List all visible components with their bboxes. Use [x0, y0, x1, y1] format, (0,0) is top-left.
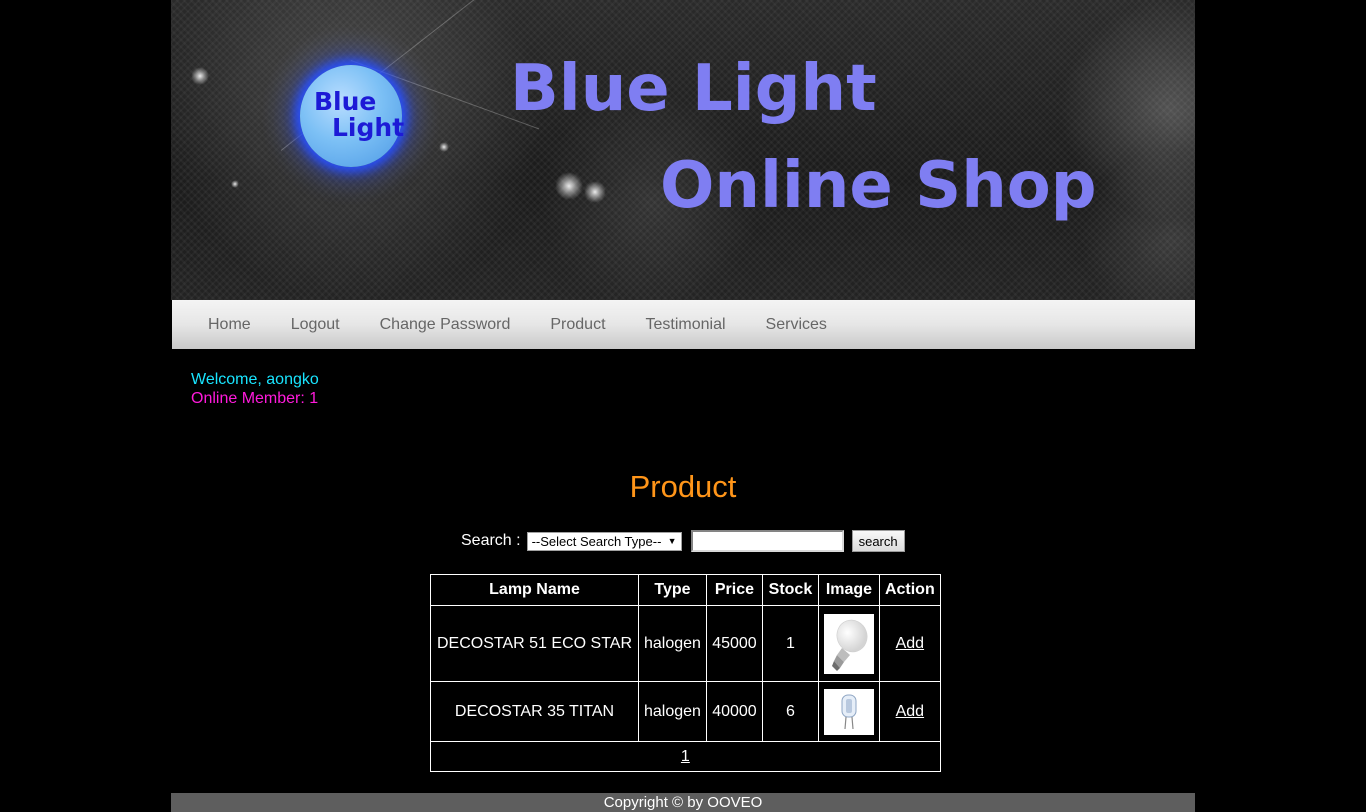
page-link-1[interactable]: 1 — [681, 748, 690, 765]
logo-text: Blue — [314, 87, 377, 116]
logo-text: Light — [332, 113, 405, 142]
search-type-select[interactable]: --Select Search Type-- ▼ — [526, 531, 682, 551]
nav-product[interactable]: Product — [530, 316, 625, 334]
search-type-value: --Select Search Type-- — [531, 533, 662, 549]
online-member-count: Online Member: 1 — [191, 390, 319, 407]
nav-testimonial[interactable]: Testimonial — [626, 316, 746, 334]
site-title: Blue Light — [510, 52, 877, 126]
search-bar: Search : --Select Search Type-- ▼ search — [461, 530, 905, 552]
cell-image — [817, 681, 880, 742]
col-header-type: Type — [638, 574, 707, 606]
add-to-cart-link[interactable]: Add — [896, 703, 924, 720]
dropdown-arrow-icon: ▼ — [667, 536, 677, 546]
search-button[interactable]: search — [851, 530, 905, 552]
cell-image — [817, 605, 880, 682]
page-title: Product — [629, 469, 737, 504]
nav-logout[interactable]: Logout — [271, 316, 360, 334]
product-table: Lamp Name Type Price Stock Image Action … — [430, 574, 941, 772]
table-row: DECOSTAR 51 ECO STAR halogen 45000 1 Add — [430, 605, 941, 682]
col-header-action: Action — [878, 574, 941, 606]
col-header-price: Price — [705, 574, 763, 606]
pagination-row: 1 — [430, 741, 941, 772]
lens-flare — [584, 181, 606, 203]
cell-type: halogen — [638, 681, 707, 742]
table-header-row: Lamp Name Type Price Stock Image Action — [430, 574, 941, 606]
cell-price: 40000 — [705, 681, 763, 742]
logo: Blue Light — [300, 65, 405, 167]
cell-stock: 6 — [761, 681, 819, 742]
cell-stock: 1 — [761, 605, 819, 682]
nav-home[interactable]: Home — [188, 316, 271, 334]
nav-change-password[interactable]: Change Password — [360, 316, 531, 334]
cell-type: halogen — [638, 605, 707, 682]
lens-flare — [439, 142, 449, 152]
col-header-lamp-name: Lamp Name — [430, 574, 639, 606]
welcome-text: Welcome, aongko — [191, 371, 319, 388]
search-label: Search : — [461, 532, 521, 549]
pagination-cell: 1 — [430, 741, 941, 772]
lens-flare — [191, 67, 209, 85]
search-input[interactable] — [690, 530, 844, 552]
add-to-cart-link[interactable]: Add — [896, 635, 924, 652]
cell-lamp-name: DECOSTAR 51 ECO STAR — [430, 605, 639, 682]
cell-action: Add — [878, 605, 941, 682]
table-row: DECOSTAR 35 TITAN halogen 40000 6 Add — [430, 681, 941, 742]
site-subtitle: Online Shop — [660, 149, 1097, 223]
footer: Copyright © by OOVEO — [171, 793, 1195, 812]
lens-flare — [555, 172, 583, 200]
cell-price: 45000 — [705, 605, 763, 682]
page-wrapper: Blue Light Blue Light Online Shop Home L… — [171, 0, 1195, 812]
cell-action: Add — [878, 681, 941, 742]
led-bulb-image — [823, 613, 874, 674]
col-header-stock: Stock — [761, 574, 819, 606]
col-header-image: Image — [817, 574, 880, 606]
capsule-halogen-image — [823, 688, 874, 735]
main-nav: Home Logout Change Password Product Test… — [172, 300, 1195, 349]
nav-services[interactable]: Services — [746, 316, 847, 334]
header-banner: Blue Light Blue Light Online Shop — [171, 0, 1195, 300]
welcome-panel: Welcome, aongko Online Member: 1 — [191, 370, 319, 408]
cell-lamp-name: DECOSTAR 35 TITAN — [430, 681, 639, 742]
lens-flare — [231, 180, 239, 188]
